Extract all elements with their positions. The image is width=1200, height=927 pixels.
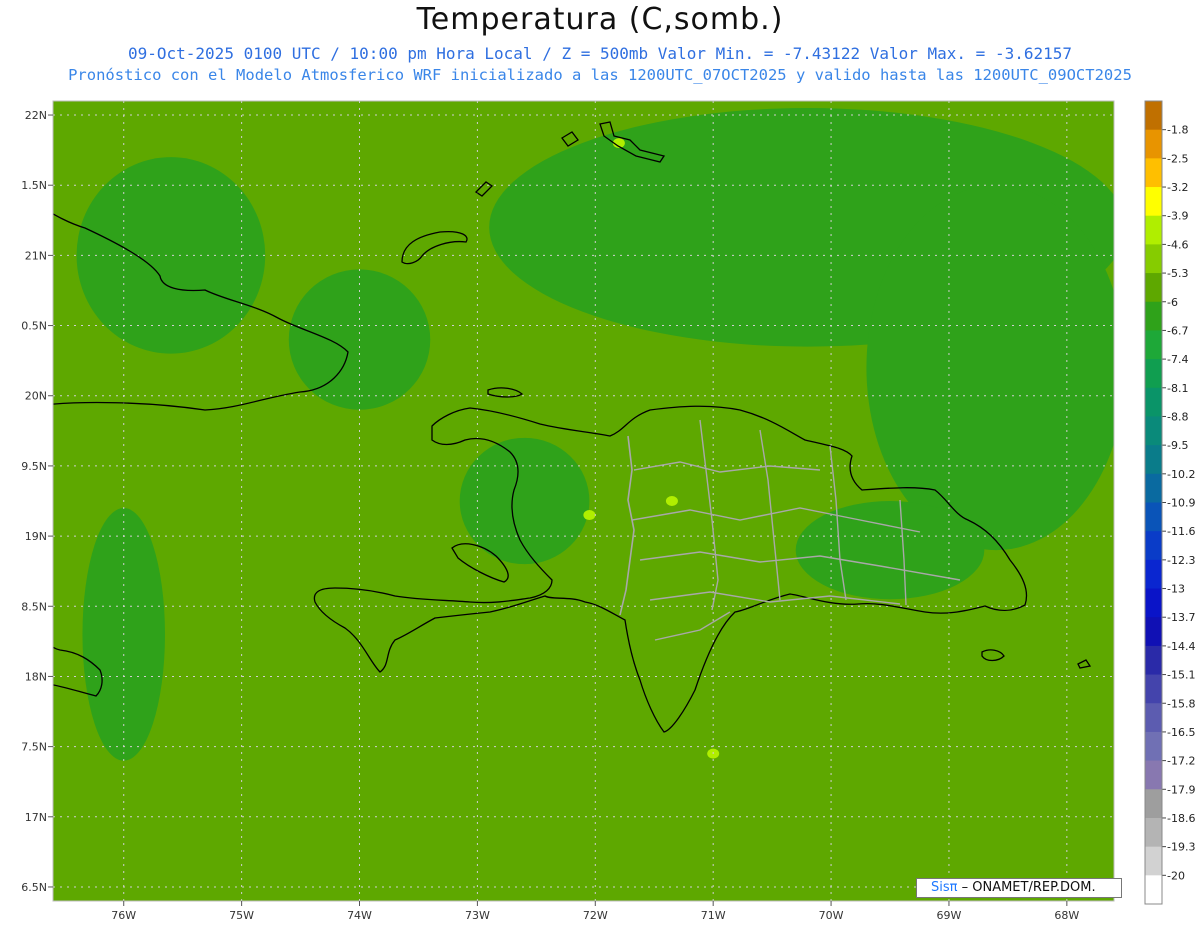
colorbar-swatch bbox=[1145, 473, 1162, 503]
colorbar-swatch bbox=[1145, 215, 1162, 245]
lat-tick-label: 6.5N bbox=[21, 881, 47, 894]
colorbar-swatch bbox=[1145, 559, 1162, 590]
colorbar-swatch bbox=[1145, 330, 1162, 360]
colorbar-label: -13 bbox=[1167, 583, 1185, 596]
credit-text: – ONAMET/REP.DOM. bbox=[957, 880, 1096, 895]
colorbar-swatch bbox=[1145, 531, 1162, 561]
colorbar-swatch bbox=[1145, 502, 1162, 532]
lon-tick-label: 68W bbox=[1054, 909, 1079, 922]
lat-tick-label: 20N bbox=[25, 390, 47, 403]
colorbar-label: -15.8 bbox=[1167, 697, 1195, 710]
credit-box: Sisπ – ONAMET/REP.DOM. bbox=[916, 878, 1122, 898]
colorbar-swatch bbox=[1145, 703, 1162, 733]
colorbar-label: -11.6 bbox=[1167, 525, 1195, 538]
colorbar-label: -18.6 bbox=[1167, 812, 1195, 825]
colorbar-label: -1.8 bbox=[1167, 124, 1188, 137]
colorbar-label: -12.3 bbox=[1167, 554, 1195, 567]
cool-region-hispaniola-east bbox=[795, 501, 985, 600]
lat-tick-label: 1.5N bbox=[21, 179, 47, 192]
colorbar-label: -2.5 bbox=[1167, 152, 1188, 165]
colorbar-swatch bbox=[1145, 617, 1162, 647]
warm-spot bbox=[583, 510, 596, 521]
colorbar: -1.8 -2.5 -3.2 -3.9 -4.6 -5.3 -6 -6.7 -7.4 -8.1 -8… bbox=[1144, 100, 1195, 905]
colorbar-label: -16.5 bbox=[1167, 726, 1195, 739]
lat-tick-label: 18N bbox=[25, 670, 47, 683]
colorbar-swatch bbox=[1145, 158, 1162, 188]
colorbar-swatch bbox=[1145, 101, 1162, 131]
colorbar-swatch bbox=[1145, 416, 1162, 446]
colorbar-label: -13.7 bbox=[1167, 611, 1195, 624]
colorbar-swatch bbox=[1145, 244, 1162, 274]
colorbar-swatch bbox=[1145, 789, 1162, 819]
lon-tick-label: 76W bbox=[111, 909, 136, 922]
colorbar-swatch bbox=[1145, 387, 1162, 417]
lon-tick-label: 71W bbox=[701, 909, 726, 922]
lon-tick-label: 70W bbox=[819, 909, 844, 922]
colorbar-label: -5.3 bbox=[1167, 267, 1188, 280]
colorbar-swatch bbox=[1145, 645, 1162, 676]
colorbar-label: -17.9 bbox=[1167, 783, 1195, 796]
colorbar-label: -15.1 bbox=[1167, 669, 1195, 682]
lat-tick-label: 17N bbox=[25, 811, 47, 824]
colorbar-label: -7.4 bbox=[1167, 353, 1188, 366]
colorbar-swatch bbox=[1145, 731, 1162, 762]
colorbar-swatch bbox=[1145, 359, 1162, 389]
colorbar-swatch bbox=[1145, 445, 1162, 475]
colorbar-label: -10.9 bbox=[1167, 497, 1195, 510]
lat-tick-label: 19N bbox=[25, 530, 47, 543]
colorbar-swatch bbox=[1145, 875, 1162, 905]
colorbar-swatch bbox=[1145, 129, 1162, 159]
cool-region-northeast-atlantic bbox=[866, 185, 1114, 551]
cool-region-haiti-center bbox=[459, 437, 590, 565]
colorbar-swatch bbox=[1145, 846, 1162, 876]
colorbar-label: -10.2 bbox=[1167, 468, 1195, 481]
lat-tick-label: 8.5N bbox=[21, 600, 47, 613]
lat-tick-label: 7.5N bbox=[21, 741, 47, 754]
lat-tick-label: 0.5N bbox=[21, 320, 47, 333]
colorbar-label: -8.1 bbox=[1167, 382, 1188, 395]
colorbar-swatch bbox=[1145, 187, 1162, 217]
colorbar-label: -19.3 bbox=[1167, 841, 1195, 854]
lat-tick-label: 21N bbox=[25, 249, 47, 262]
lon-tick-label: 74W bbox=[347, 909, 372, 922]
colorbar-label: -17.2 bbox=[1167, 755, 1195, 768]
forecast-map: 76W 75W 74W 73W 72W 71W 70W 69W 68W 22N 1.5N 21N 0.5… bbox=[21, 100, 1195, 922]
colorbar-swatch bbox=[1145, 273, 1162, 303]
colorbar-label: -8.8 bbox=[1167, 410, 1188, 423]
colorbar-label: -3.2 bbox=[1167, 181, 1188, 194]
colorbar-label: -6 bbox=[1167, 296, 1178, 309]
warm-spot bbox=[665, 496, 678, 506]
colorbar-label: -3.9 bbox=[1167, 210, 1188, 223]
colorbar-swatch bbox=[1145, 674, 1162, 704]
lon-tick-label: 73W bbox=[465, 909, 490, 922]
colorbar-swatch bbox=[1145, 817, 1162, 848]
colorbar-label: -4.6 bbox=[1167, 238, 1188, 251]
colorbar-label: -20 bbox=[1167, 869, 1185, 882]
colorbar-swatch bbox=[1145, 301, 1162, 331]
lat-tick-label: 22N bbox=[25, 109, 47, 122]
lat-tick-label: 9.5N bbox=[21, 460, 47, 473]
lon-tick-label: 72W bbox=[583, 909, 608, 922]
colorbar-label: -6.7 bbox=[1167, 324, 1188, 337]
sispi-logo: Sisπ bbox=[931, 880, 958, 895]
colorbar-swatch bbox=[1145, 760, 1162, 790]
lon-tick-label: 75W bbox=[229, 909, 254, 922]
colorbar-label: -9.5 bbox=[1167, 439, 1188, 452]
colorbar-label: -14.4 bbox=[1167, 640, 1195, 653]
colorbar-swatch bbox=[1145, 588, 1162, 618]
lon-tick-label: 69W bbox=[937, 909, 962, 922]
